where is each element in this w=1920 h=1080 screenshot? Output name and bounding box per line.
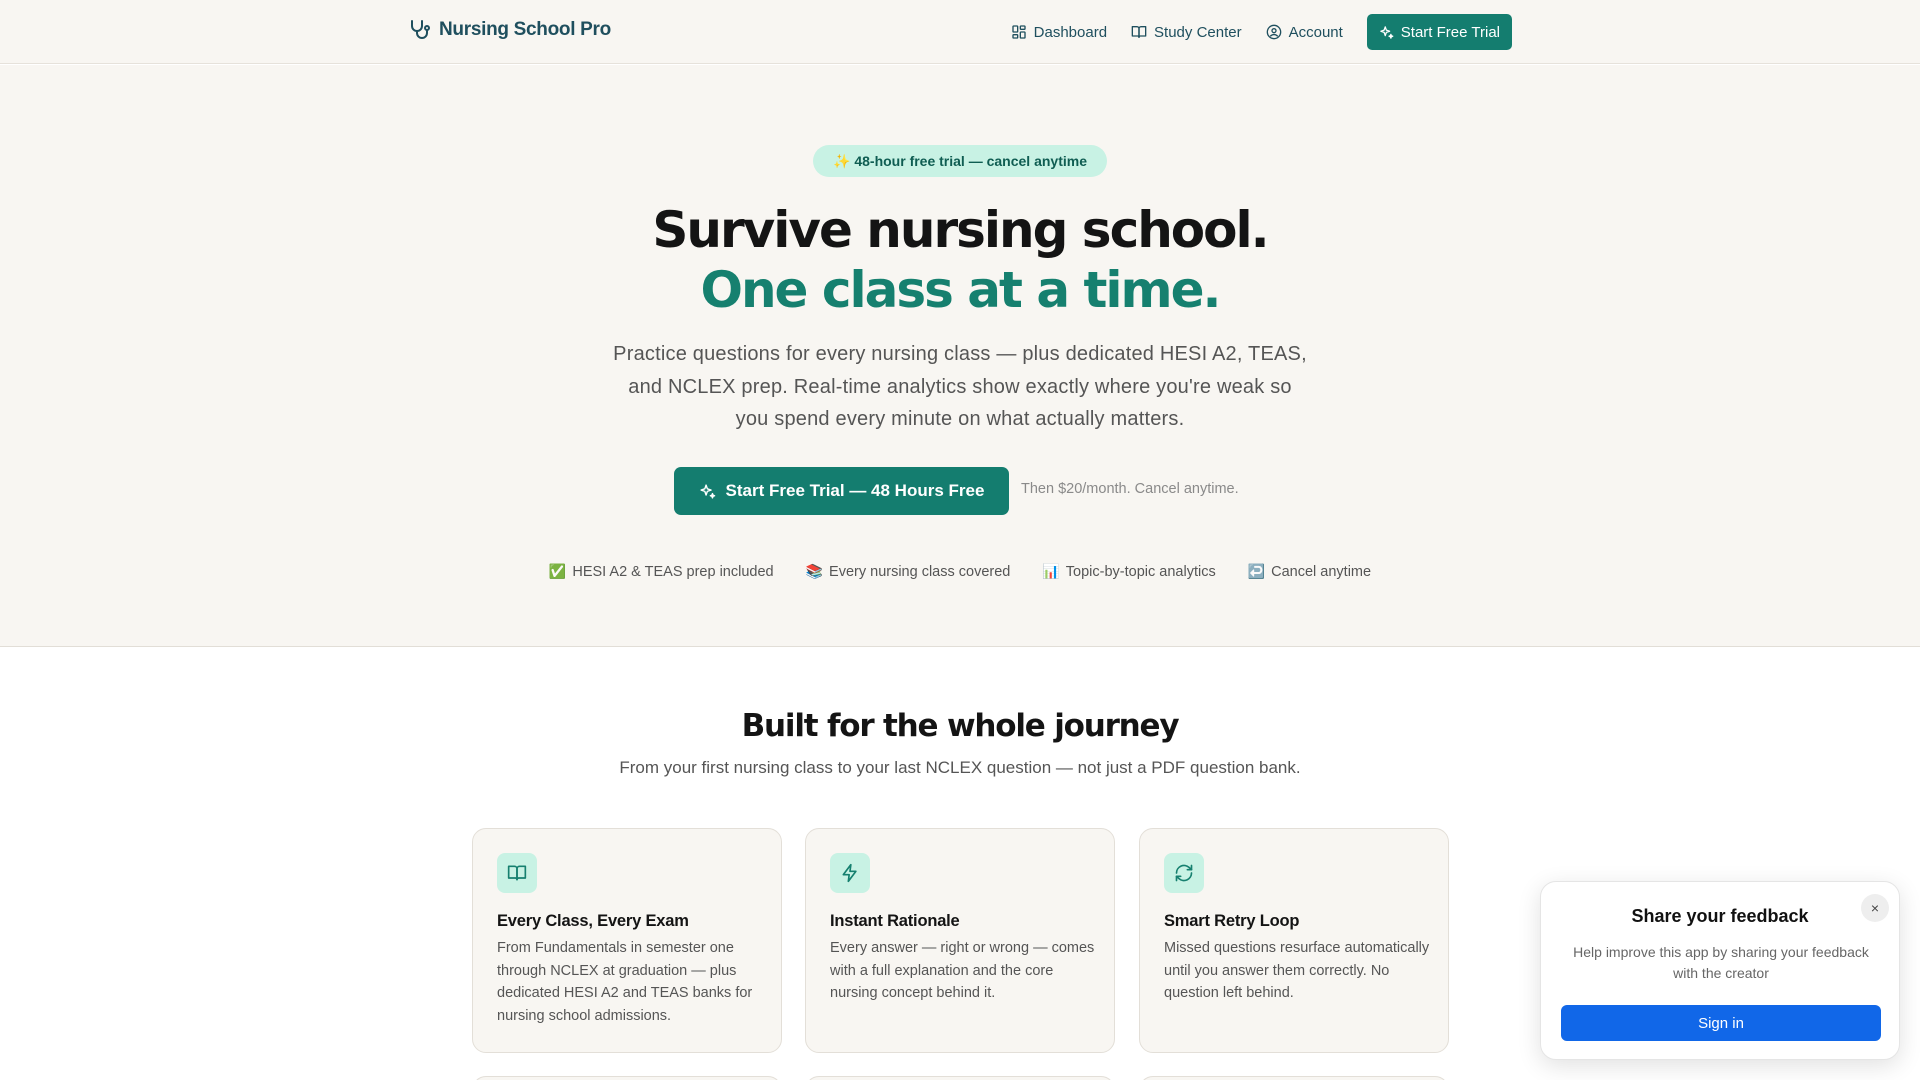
user-circle-icon xyxy=(1266,24,1281,40)
features-title: Built for the whole journey xyxy=(741,708,1180,744)
refresh-icon xyxy=(1175,864,1193,882)
feedback-widget: × Share your feedback Help improve this … xyxy=(1540,881,1900,1060)
hero-start-trial-button[interactable]: Start Free Trial — 48 Hours Free xyxy=(674,467,1009,515)
sign-in-button[interactable]: Sign in xyxy=(1561,1005,1881,1041)
trial-badge: ✨ 48-hour free trial — cancel anytime xyxy=(813,145,1107,177)
stethoscope-icon xyxy=(411,20,430,39)
feature-card: Smart Retry Loop Missed questions resurf… xyxy=(1139,828,1449,1053)
brand-logo[interactable]: Nursing School Pro xyxy=(407,18,611,42)
feature-icon-wrap xyxy=(1164,853,1204,893)
feature-icon-wrap xyxy=(497,853,537,893)
return-arrow-icon: ↩️ xyxy=(1247,563,1266,579)
pricing-note: Then $20/month. Cancel anytime. xyxy=(1021,481,1239,497)
sparkles-icon xyxy=(1380,25,1394,39)
hero-title-line2: One class at a time. xyxy=(700,261,1221,319)
check-icon: ✅ xyxy=(548,563,567,579)
nav-account-label: Account xyxy=(1288,23,1343,41)
main-nav: Dashboard Study Center Account Start Fre… xyxy=(1011,14,1512,50)
book-open-icon xyxy=(507,865,527,881)
perk-text: HESI A2 & TEAS prep included xyxy=(572,563,774,580)
nav-account[interactable]: Account xyxy=(1266,24,1343,41)
brand-name: Nursing School Pro xyxy=(439,19,611,40)
nav-study-center[interactable]: Study Center xyxy=(1131,24,1242,41)
nav-dashboard[interactable]: Dashboard xyxy=(1011,24,1107,41)
header-start-trial-button[interactable]: Start Free Trial xyxy=(1366,14,1512,50)
perk-text: Topic-by-topic analytics xyxy=(1065,563,1216,580)
feature-description: Missed questions resurface automatically… xyxy=(1164,940,1430,1002)
sparkles-icon xyxy=(699,483,715,499)
feature-title: Instant Rationale xyxy=(830,912,960,930)
feature-title: Every Class, Every Exam xyxy=(497,912,689,930)
perk-item: ↩️ Cancel anytime xyxy=(1248,563,1371,580)
header-start-trial-label: Start Free Trial xyxy=(1400,23,1500,41)
hero-description: Practice questions for every nursing cla… xyxy=(613,343,1307,430)
feature-description: From Fundamentals in semester one throug… xyxy=(497,940,753,1024)
feature-card-partial xyxy=(805,1076,1115,1080)
top-navbar: Nursing School Pro Dashboard Study Cente… xyxy=(0,0,1920,64)
feedback-title: Share your feedback xyxy=(1631,906,1809,926)
feature-icon-wrap xyxy=(830,853,870,893)
lightning-icon xyxy=(842,863,857,883)
feature-card: Instant Rationale Every answer — right o… xyxy=(805,828,1115,1053)
perk-text: Cancel anytime xyxy=(1271,563,1372,580)
feedback-text: Help improve this app by sharing your fe… xyxy=(1573,944,1869,981)
hero-section: ✨ 48-hour free trial — cancel anytime Su… xyxy=(0,65,1920,647)
features-subtitle: From your first nursing class to your la… xyxy=(619,758,1301,777)
book-open-icon xyxy=(1131,26,1147,38)
hero-title-line1: Survive nursing school. xyxy=(652,201,1269,259)
nav-dashboard-label: Dashboard xyxy=(1033,23,1108,41)
books-icon: 📚 xyxy=(805,563,824,579)
feature-card: Every Class, Every Exam From Fundamental… xyxy=(472,828,782,1053)
perk-item: 📚 Every nursing class covered xyxy=(806,563,1011,580)
feature-description: Every answer — right or wrong — comes wi… xyxy=(830,940,1095,1002)
feature-card-partial xyxy=(1139,1076,1449,1080)
perk-text: Every nursing class covered xyxy=(829,563,1011,580)
dashboard-icon xyxy=(1011,25,1026,39)
hero-start-trial-label: Start Free Trial — 48 Hours Free xyxy=(725,481,985,500)
perk-item: 📊 Topic-by-topic analytics xyxy=(1042,563,1215,580)
feature-title: Smart Retry Loop xyxy=(1164,912,1300,930)
nav-study-center-label: Study Center xyxy=(1154,23,1242,41)
perks-list: ✅ HESI A2 & TEAS prep included 📚 Every n… xyxy=(0,563,1920,580)
perk-item: ✅ HESI A2 & TEAS prep included xyxy=(549,563,774,580)
feature-card-partial xyxy=(472,1076,782,1080)
chart-icon: 📊 xyxy=(1042,563,1060,579)
